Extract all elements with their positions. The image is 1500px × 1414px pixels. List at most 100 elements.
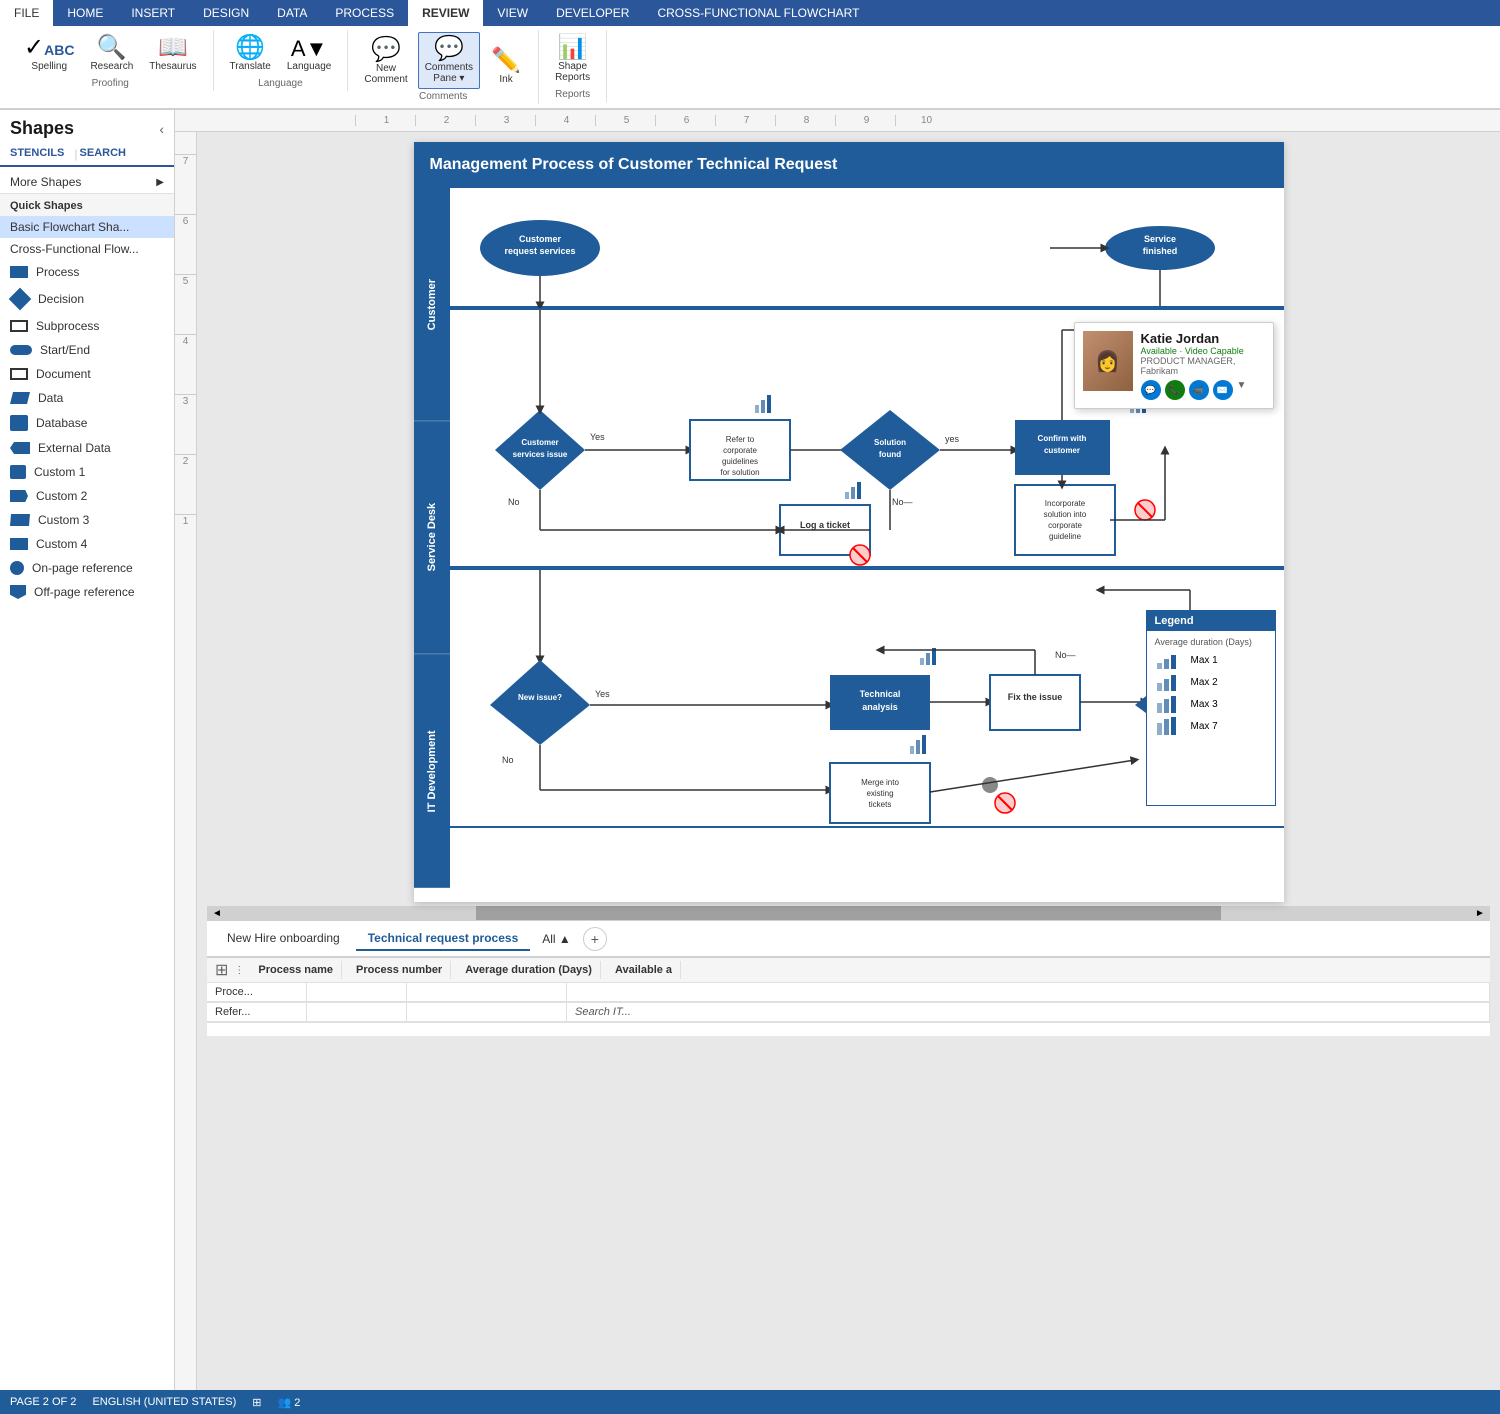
shape-item-decision[interactable]: Decision [0, 284, 174, 314]
status-authors[interactable]: 👥 2 [277, 1396, 300, 1409]
horizontal-scrollbar[interactable] [227, 906, 1470, 920]
tab-file[interactable]: FILE [0, 0, 53, 26]
database-label: Database [36, 416, 87, 430]
vruler-5: 5 [175, 274, 196, 334]
startend-label: Start/End [40, 343, 90, 357]
tab-home[interactable]: HOME [53, 0, 117, 26]
offpage-label: Off-page reference [34, 585, 135, 599]
shape-item-externaldata[interactable]: External Data [0, 436, 174, 460]
shape-reports-button[interactable]: 📊 ShapeReports [549, 32, 596, 87]
custom1-icon [10, 465, 26, 479]
shape-item-database[interactable]: Database [0, 410, 174, 436]
comments-pane-button[interactable]: 💬 CommentsPane ▾ [418, 32, 480, 89]
more-shapes-label: More Shapes [10, 175, 81, 189]
shape-item-custom1[interactable]: Custom 1 [0, 460, 174, 484]
svg-text:tickets: tickets [868, 800, 891, 809]
legend-item-max7: Max 7 [1155, 717, 1267, 735]
lane-itdev-label: IT Development [414, 655, 450, 888]
data-cell-process-name: Proce... [207, 983, 307, 1002]
svg-text:Customer: Customer [521, 438, 558, 447]
shape-item-data[interactable]: Data [0, 386, 174, 410]
research-icon: 🔍 [97, 36, 127, 60]
shape-item-process[interactable]: Process [0, 260, 174, 284]
research-button[interactable]: 🔍 Research [84, 32, 139, 76]
thesaurus-button[interactable]: 📖 Thesaurus [143, 32, 202, 76]
decision-label: Decision [38, 292, 84, 306]
svg-text:services issue: services issue [512, 450, 567, 459]
data-row-process[interactable]: Proce... [207, 983, 1490, 1003]
tab-developer[interactable]: DEVELOPER [542, 0, 643, 26]
tab-view[interactable]: VIEW [483, 0, 542, 26]
offpage-icon [10, 585, 26, 599]
svg-text:Merge into: Merge into [861, 778, 899, 787]
shapes-nav-search[interactable]: SEARCH [80, 143, 134, 165]
spelling-button[interactable]: ✓ABC Spelling [18, 32, 80, 76]
more-shapes-menu[interactable]: More Shapes ▶ [0, 171, 174, 193]
vruler-7: 7 [175, 154, 196, 214]
data-row-refer[interactable]: Refer... Search IT... [207, 1003, 1490, 1023]
tab-insert[interactable]: INSERT [117, 0, 189, 26]
persona-email-button[interactable]: ✉️ [1213, 380, 1233, 400]
shape-item-startend[interactable]: Start/End [0, 338, 174, 362]
shape-item-custom3[interactable]: Custom 3 [0, 508, 174, 532]
ruler-3: 3 [475, 115, 535, 126]
scroll-right-button[interactable]: ► [1470, 906, 1490, 920]
canvas-content[interactable]: Management Process of Customer Technical… [197, 132, 1500, 1390]
tab-crossfunctional[interactable]: CROSS-FUNCTIONAL FLOWCHART [643, 0, 873, 26]
diagram-body: Customer Service Desk IT Development [414, 188, 1284, 888]
translate-button[interactable]: 🌐 Translate [224, 32, 277, 76]
tab-design[interactable]: DESIGN [189, 0, 263, 26]
legend-box: Legend Average duration (Days) [1146, 610, 1276, 806]
shapes-nav-stencils[interactable]: STENCILS [10, 143, 72, 167]
custom2-label: Custom 2 [36, 489, 87, 503]
tab-new-hire[interactable]: New Hire onboarding [215, 927, 352, 951]
data-cell-process-duration [407, 983, 567, 1002]
thesaurus-icon: 📖 [158, 36, 188, 60]
persona-video-button[interactable]: 📹 [1189, 380, 1209, 400]
ink-button[interactable]: ✏️ Ink [484, 45, 528, 89]
lane-servicedesk-label: Service Desk [414, 421, 450, 654]
basic-flowchart-menu[interactable]: Basic Flowchart Sha... [0, 216, 174, 238]
tab-all[interactable]: All ▲ [534, 928, 579, 950]
swim-lanes: Customer request services Service finish… [450, 188, 1284, 888]
persona-avatar: 👩 [1083, 331, 1133, 391]
svg-text:guideline: guideline [1048, 532, 1081, 541]
shape-item-subprocess[interactable]: Subprocess [0, 314, 174, 338]
ruler-8: 8 [775, 115, 835, 126]
persona-chat-button[interactable]: 💬 [1141, 380, 1161, 400]
svg-text:Solution: Solution [874, 438, 906, 447]
tab-technical-request[interactable]: Technical request process [356, 927, 531, 951]
ribbon-group-language: 🌐 Translate A▼ Language Language [214, 30, 349, 91]
subprocess-label: Subprocess [36, 319, 99, 333]
language-label: Language [287, 61, 332, 72]
shape-item-document[interactable]: Document [0, 362, 174, 386]
new-comment-button[interactable]: 💬 NewComment [358, 34, 413, 89]
shape-item-onpage[interactable]: On-page reference [0, 556, 174, 580]
shapes-collapse-button[interactable]: ‹ [159, 121, 164, 137]
shape-item-custom2[interactable]: Custom 2 [0, 484, 174, 508]
tab-data[interactable]: DATA [263, 0, 321, 26]
tab-process[interactable]: PROCESS [321, 0, 408, 26]
data-panel-icon[interactable]: ⊞ [215, 960, 228, 980]
shape-item-offpage[interactable]: Off-page reference [0, 580, 174, 604]
scroll-left-button[interactable]: ◄ [207, 906, 227, 920]
add-tab-button[interactable]: + [583, 927, 607, 951]
data-panel-menu[interactable]: ⋮ [234, 965, 244, 976]
vruler-6: 6 [175, 214, 196, 274]
tab-review[interactable]: REVIEW [408, 0, 483, 26]
custom3-label: Custom 3 [38, 513, 89, 527]
shape-item-custom4[interactable]: Custom 4 [0, 532, 174, 556]
persona-more-button[interactable]: ▼ [1237, 380, 1247, 400]
svg-text:Technical: Technical [859, 689, 900, 699]
legend-label-max3: Max 3 [1191, 699, 1218, 710]
persona-phone-button[interactable]: 📞 [1165, 380, 1185, 400]
language-button[interactable]: A▼ Language [281, 34, 338, 76]
data-cell-refer-name: Refer... [207, 1003, 307, 1022]
ruler-2: 2 [415, 115, 475, 126]
status-language: ENGLISH (UNITED STATES) [92, 1396, 236, 1408]
canvas-with-ruler: 7 6 5 4 3 2 1 Management Process of Cust… [175, 132, 1500, 1390]
legend-item-max2: Max 2 [1155, 673, 1267, 691]
cross-functional-menu[interactable]: Cross-Functional Flow... [0, 238, 174, 260]
subprocess-icon [10, 320, 28, 332]
legend-subtitle: Average duration (Days) [1155, 637, 1267, 647]
